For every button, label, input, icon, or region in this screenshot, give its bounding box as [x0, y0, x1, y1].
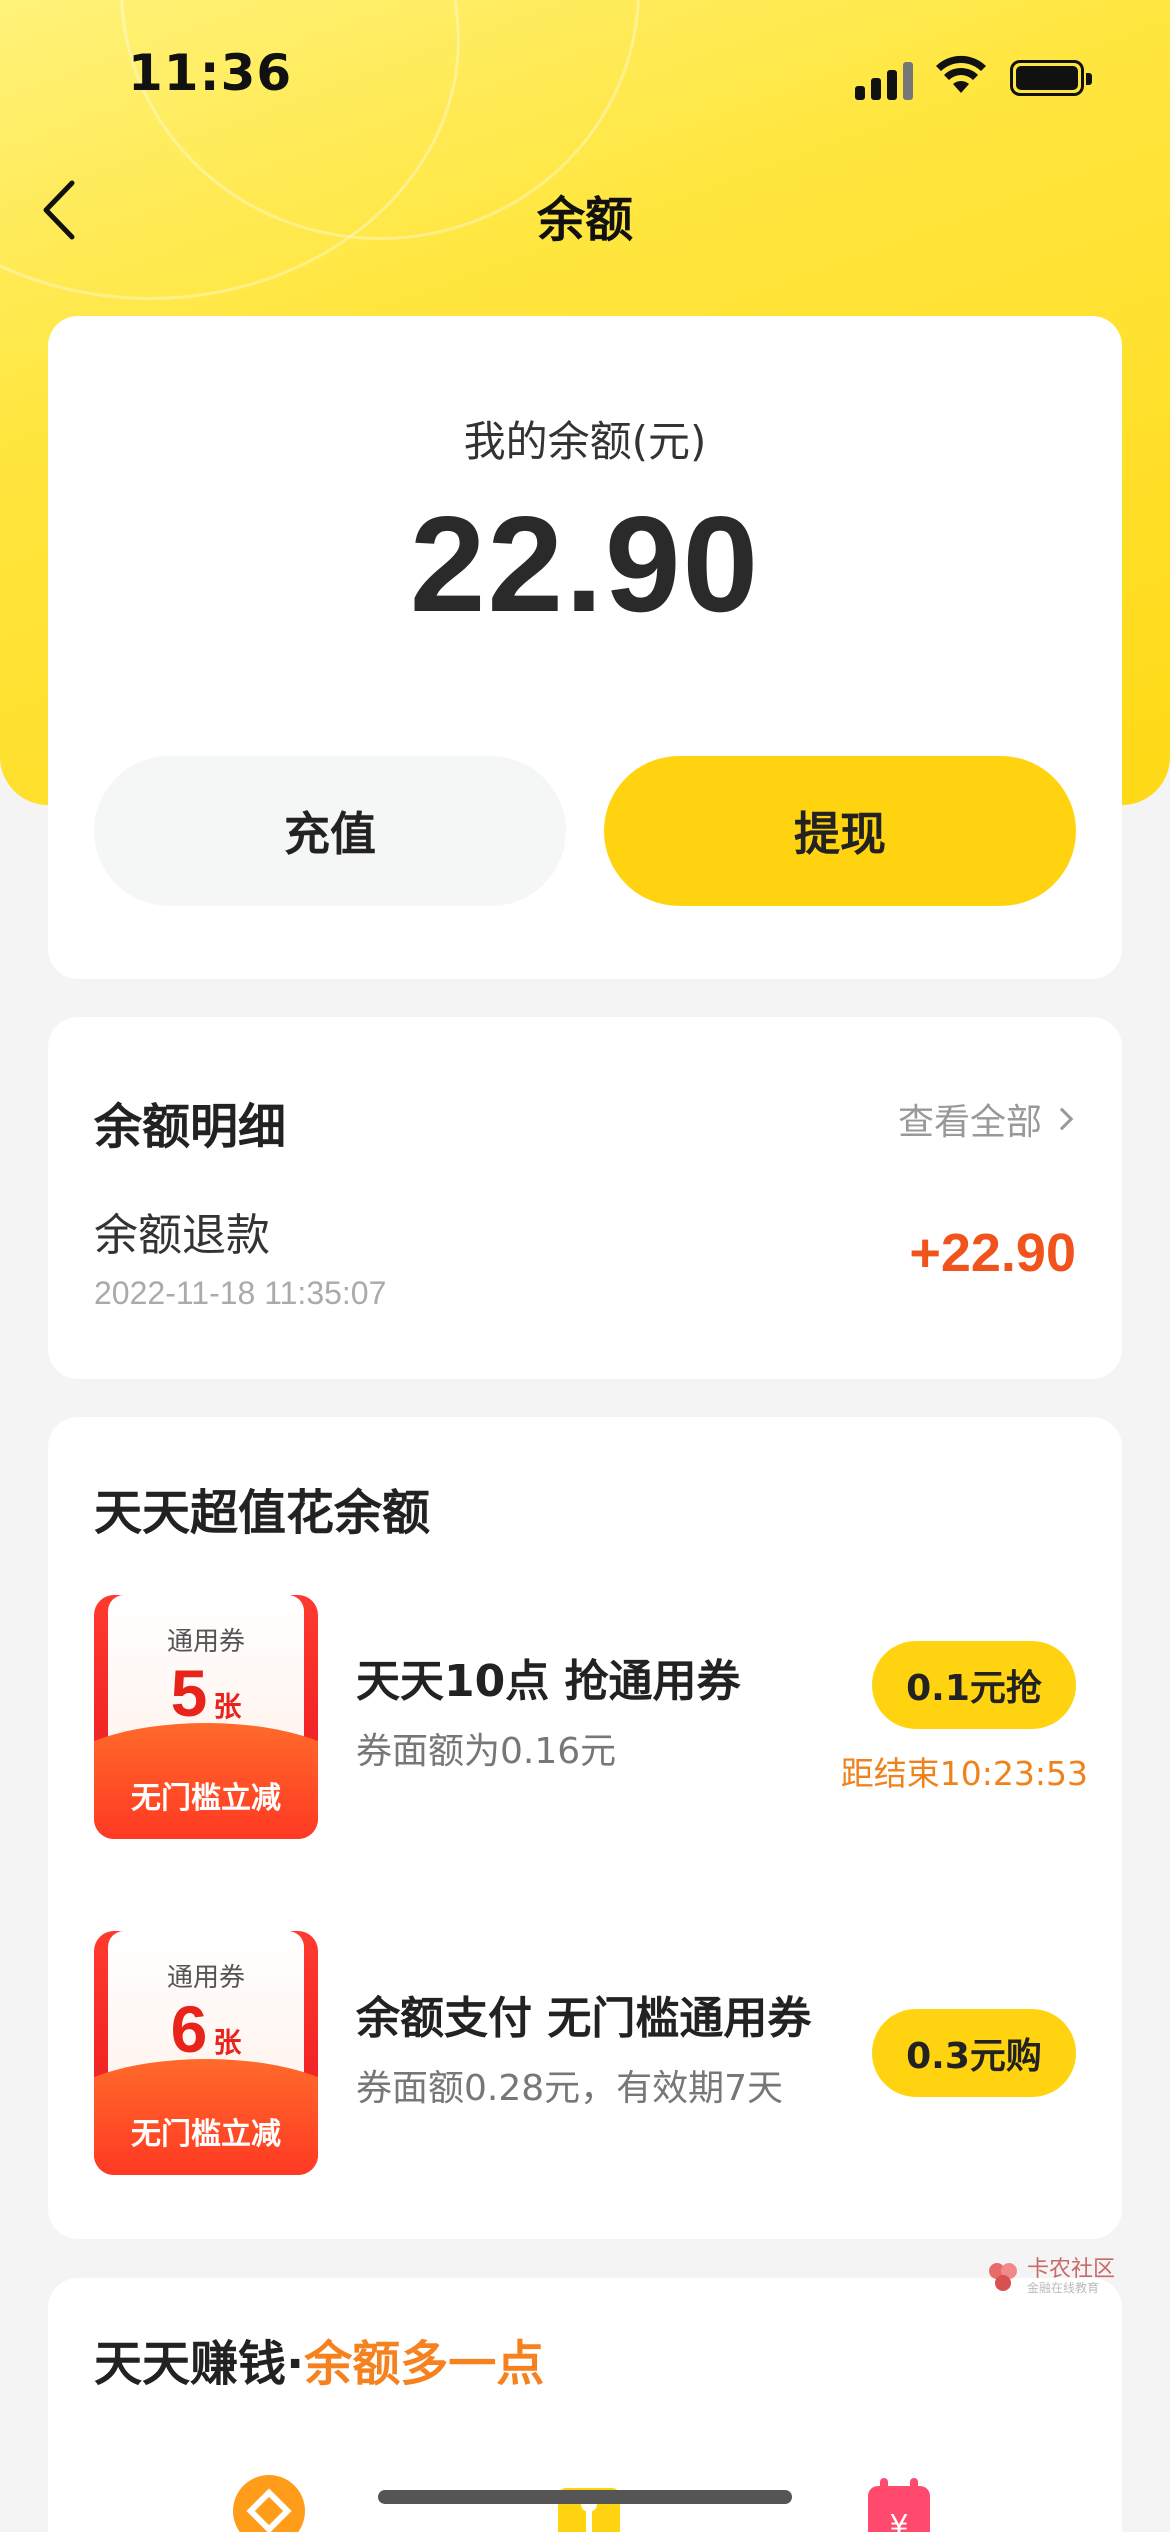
watermark: 卡农社区 金融在线教育	[985, 2257, 1116, 2296]
coupon-note: 无门槛立减	[131, 2117, 281, 2152]
transaction-time: 2022-11-18 11:35:07	[94, 1275, 387, 1311]
balance-detail-card: 余额明细 查看全部 余额退款 2022-11-18 11:35:07 +22.9…	[48, 1017, 1122, 1379]
buy-coupon-button[interactable]: 0.3元购	[872, 2009, 1076, 2097]
deal-subtitle: 券面额0.28元，有效期7天	[356, 2068, 784, 2109]
chevron-right-icon	[1050, 1107, 1074, 1131]
coupon-note: 无门槛立减	[131, 1781, 281, 1816]
deal-title: 余额支付 无门槛通用券	[356, 1993, 812, 2044]
grab-coupon-button[interactable]: 0.1元抢	[872, 1641, 1076, 1729]
calendar-icon[interactable]: ¥	[862, 2474, 936, 2532]
balance-label: 我的余额(元)	[463, 417, 707, 466]
coin-icon[interactable]	[232, 2474, 306, 2532]
svg-text:¥: ¥	[889, 2509, 908, 2532]
watermark-title: 卡农社区	[1027, 2257, 1116, 2282]
section-title: 天天超值花余额	[94, 1485, 431, 1541]
deals-card: 天天超值花余额 通用券 5张 无门槛立减 天天10点 抢通用券 券面额为0.16…	[48, 1417, 1122, 2239]
page-title: 余额	[536, 192, 633, 248]
balance-amount: 22.90	[409, 488, 761, 640]
coupon-count: 6张	[170, 1992, 242, 2066]
coupon-type: 通用券	[166, 1963, 245, 1993]
coupon-graphic: 通用券 6张 无门槛立减	[94, 1931, 318, 2175]
view-all-label: 查看全部	[897, 1102, 1042, 1143]
battery-icon	[1010, 60, 1092, 96]
signal-icon	[855, 62, 915, 100]
countdown-text: 距结束10:23:53	[840, 1754, 1088, 1793]
wifi-icon	[936, 55, 986, 93]
recharge-button[interactable]: 充值	[94, 756, 566, 906]
status-time: 11:36	[128, 44, 293, 102]
withdraw-button[interactable]: 提现	[604, 756, 1076, 906]
coupon-count: 5张	[170, 1656, 242, 1730]
transaction-name: 余额退款	[94, 1210, 270, 1261]
transaction-amount: +22.90	[909, 1223, 1076, 1283]
watermark-logo-icon	[989, 2262, 1017, 2291]
view-all-link[interactable]: 查看全部	[898, 1093, 1076, 1145]
section-title: 天天赚钱·余额多一点	[94, 2336, 545, 2392]
section-title: 余额明细	[94, 1099, 287, 1155]
balance-card: 我的余额(元) 22.90 充值 提现	[48, 316, 1122, 979]
status-bar: 11:36	[0, 0, 1170, 150]
coupon-type: 通用券	[166, 1627, 245, 1657]
deal-title: 天天10点 抢通用券	[356, 1656, 741, 1707]
coupon-graphic: 通用券 5张 无门槛立减	[94, 1595, 318, 1839]
deal-subtitle: 券面额为0.16元	[356, 1731, 617, 1772]
watermark-subtitle: 金融在线教育	[1027, 2281, 1100, 2296]
home-indicator[interactable]	[378, 2490, 792, 2504]
